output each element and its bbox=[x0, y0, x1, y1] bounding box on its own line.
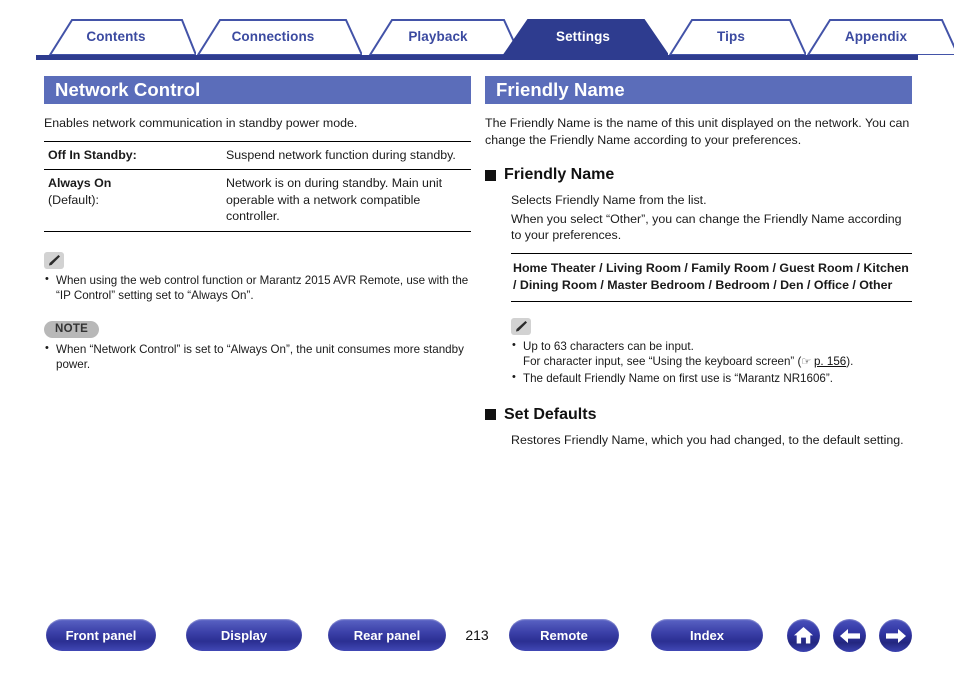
right-column: Friendly Name The Friendly Name is the n… bbox=[485, 76, 912, 448]
left-note-block: NOTE When “Network Control” is set to “A… bbox=[44, 319, 471, 372]
list-item: When “Network Control” is set to “Always… bbox=[44, 341, 471, 372]
list-item: Up to 63 characters can be input. For ch… bbox=[511, 338, 912, 370]
remote-label: Remote bbox=[540, 627, 588, 643]
front-panel-button[interactable]: Front panel bbox=[46, 619, 156, 651]
subheading-set-defaults: Set Defaults bbox=[485, 406, 912, 424]
network-control-intro: Enables network communication in standby… bbox=[44, 116, 358, 130]
table-cell-definition: Network is on during standby. Main unit … bbox=[226, 176, 443, 223]
rear-panel-button[interactable]: Rear panel bbox=[328, 619, 446, 651]
square-bullet-icon bbox=[485, 409, 496, 420]
table-row: Always On (Default): Network is on durin… bbox=[44, 169, 471, 232]
arrow-right-icon[interactable] bbox=[879, 619, 912, 652]
list-item-line1: Up to 63 characters can be input. bbox=[523, 339, 694, 353]
tab-playback[interactable]: Playback bbox=[356, 18, 520, 55]
index-label: Index bbox=[690, 627, 724, 643]
display-button[interactable]: Display bbox=[186, 619, 302, 651]
tab-contents[interactable]: Contents bbox=[36, 18, 196, 55]
paragraph: Restores Friendly Name, which you had ch… bbox=[511, 432, 904, 447]
network-control-header: Network Control bbox=[44, 76, 471, 104]
list-item: The default Friendly Name on first use i… bbox=[511, 370, 912, 386]
pencil-icon-glyph bbox=[49, 254, 60, 265]
index-button[interactable]: Index bbox=[651, 619, 763, 651]
friendly-name-body: Selects Friendly Name from the list. Whe… bbox=[511, 192, 912, 244]
tab-tips-label: Tips bbox=[717, 28, 745, 44]
term-label: Always On bbox=[48, 176, 112, 190]
tab-settings[interactable]: Settings bbox=[498, 18, 668, 55]
home-icon-glyph bbox=[794, 627, 813, 644]
paragraph: Selects Friendly Name from the list. bbox=[511, 193, 707, 207]
tab-settings-label: Settings bbox=[555, 28, 611, 44]
pointing-hand-icon: ☞ bbox=[801, 355, 811, 368]
table-cell-definition: Suspend network function during standby. bbox=[226, 147, 456, 162]
set-defaults-body: Restores Friendly Name, which you had ch… bbox=[511, 432, 912, 449]
arrow-left-icon[interactable] bbox=[833, 619, 866, 652]
tab-playback-label: Playback bbox=[408, 28, 468, 44]
left-tip-list: When using the web control function or M… bbox=[44, 272, 471, 303]
tab-tips[interactable]: Tips bbox=[656, 18, 806, 55]
square-bullet-icon bbox=[485, 169, 496, 181]
left-note-list: When “Network Control” is set to “Always… bbox=[44, 341, 471, 372]
page-number: 213 bbox=[465, 627, 489, 643]
note-badge: NOTE bbox=[44, 320, 100, 338]
tab-appendix-label: Appendix bbox=[844, 28, 908, 44]
tab-bar: Contents Connections Playback Settings T… bbox=[36, 18, 954, 60]
line2-prefix: For character input, see “Using the keyb… bbox=[523, 354, 802, 368]
friendly-name-header: Friendly Name bbox=[485, 76, 912, 104]
tab-connections-label: Connections bbox=[231, 28, 315, 44]
arrow-right-icon-glyph bbox=[885, 628, 906, 643]
network-control-table: Off In Standby: Suspend network function… bbox=[44, 141, 471, 232]
display-label: Display bbox=[220, 627, 268, 643]
list-item: When using the web control function or M… bbox=[44, 272, 471, 303]
table-cell-term: Always On (Default): bbox=[44, 170, 222, 232]
arrow-left-icon-glyph bbox=[839, 628, 860, 643]
pencil-icon bbox=[44, 251, 64, 269]
bottom-navigation-bar: Front panel Display Rear panel 213 Remot… bbox=[0, 615, 954, 660]
table-row: Off In Standby: Suspend network function… bbox=[44, 141, 471, 170]
front-panel-label: Front panel bbox=[65, 627, 137, 643]
friendly-name-options: Home Theater / Living Room / Family Room… bbox=[511, 252, 912, 302]
pencil-icon bbox=[511, 317, 531, 335]
tab-contents-label: Contents bbox=[86, 28, 146, 44]
subheading-friendly-name: Friendly Name bbox=[485, 166, 912, 184]
line2-suffix: ). bbox=[846, 354, 854, 368]
left-tip-block: When using the web control function or M… bbox=[44, 251, 471, 303]
paragraph: When you select “Other”, you can change … bbox=[511, 211, 902, 243]
tab-bar-rule bbox=[36, 55, 918, 60]
list-item-line2: For character input, see “Using the keyb… bbox=[523, 354, 912, 370]
right-tip-block: Up to 63 characters can be input. For ch… bbox=[511, 317, 912, 386]
term-label: Off In Standby: bbox=[48, 147, 137, 162]
pencil-icon-glyph bbox=[516, 320, 527, 331]
table-cell-term: Off In Standby: bbox=[44, 141, 222, 170]
friendly-name-intro: The Friendly Name is the name of this un… bbox=[485, 116, 910, 147]
tab-connections[interactable]: Connections bbox=[184, 18, 362, 55]
home-icon[interactable] bbox=[787, 619, 820, 652]
subheading-label: Set Defaults bbox=[504, 405, 597, 423]
left-column: Network Control Enables network communic… bbox=[44, 76, 471, 373]
page-reference-link[interactable]: p. 156 bbox=[814, 355, 846, 368]
tab-appendix[interactable]: Appendix bbox=[794, 18, 954, 55]
right-tip-list: Up to 63 characters can be input. For ch… bbox=[511, 338, 912, 386]
subheading-label: Friendly Name bbox=[504, 166, 615, 183]
term-sublabel: (Default): bbox=[48, 192, 99, 207]
remote-button[interactable]: Remote bbox=[509, 619, 619, 651]
rear-panel-label: Rear panel bbox=[353, 627, 421, 643]
